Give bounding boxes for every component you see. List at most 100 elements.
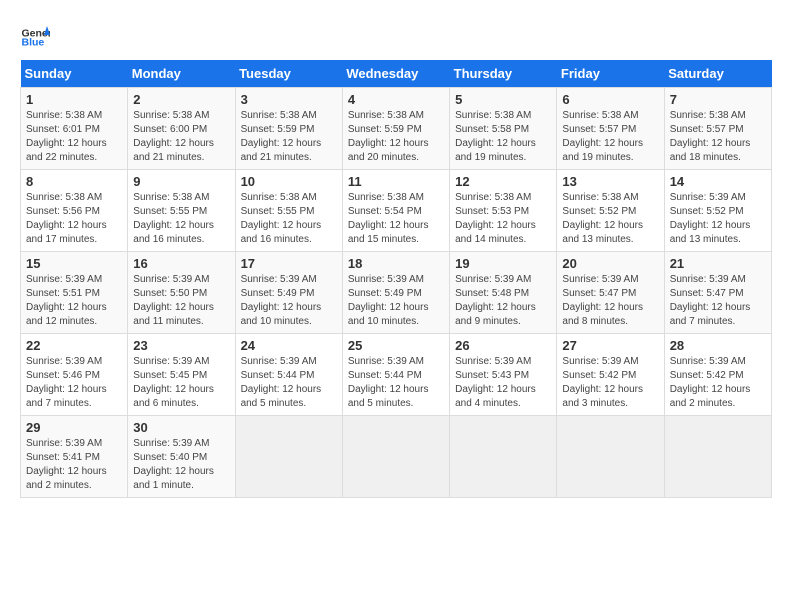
- calendar-cell: 17Sunrise: 5:39 AM Sunset: 5:49 PM Dayli…: [235, 252, 342, 334]
- day-number: 14: [670, 174, 766, 189]
- day-detail: Sunrise: 5:39 AM Sunset: 5:49 PM Dayligh…: [241, 273, 337, 329]
- weekday-header-sunday: Sunday: [21, 60, 128, 88]
- calendar-cell: 6 Sunrise: 5:38 AM Sunset: 5:57 PM Daylig…: [557, 88, 664, 170]
- day-detail: Sunrise: 5:39 AM Sunset: 5:51 PM Dayligh…: [26, 273, 122, 329]
- calendar-cell: 10 Sunrise: 5:38 AM Sunset: 5:55 PM Dayli…: [235, 170, 342, 252]
- weekday-header-thursday: Thursday: [450, 60, 557, 88]
- calendar-cell: [664, 416, 771, 498]
- calendar-cell: [450, 416, 557, 498]
- day-detail: Sunrise: 5:39 AM Sunset: 5:48 PM Dayligh…: [455, 273, 551, 329]
- day-number: 8: [26, 174, 122, 189]
- day-number: 26: [455, 338, 551, 353]
- calendar-cell: 2 Sunrise: 5:38 AM Sunset: 6:00 PM Daylig…: [128, 88, 235, 170]
- weekday-header-wednesday: Wednesday: [342, 60, 449, 88]
- calendar-week-3: 15 Sunrise: 5:39 AM Sunset: 5:51 PM Dayli…: [21, 252, 772, 334]
- calendar-week-4: 22 Sunrise: 5:39 AM Sunset: 5:46 PM Dayli…: [21, 334, 772, 416]
- day-detail: Sunrise: 5:38 AM Sunset: 5:53 PM Dayligh…: [455, 191, 551, 247]
- calendar-cell: 25Sunrise: 5:39 AM Sunset: 5:44 PM Dayli…: [342, 334, 449, 416]
- day-detail: Sunrise: 5:38 AM Sunset: 5:54 PM Dayligh…: [348, 191, 444, 247]
- day-number: 23: [133, 338, 229, 353]
- calendar-cell: 15 Sunrise: 5:39 AM Sunset: 5:51 PM Dayli…: [21, 252, 128, 334]
- logo: General Blue: [20, 20, 54, 50]
- day-detail: Sunrise: 5:39 AM Sunset: 5:45 PM Dayligh…: [133, 355, 229, 411]
- calendar-cell: 22 Sunrise: 5:39 AM Sunset: 5:46 PM Dayli…: [21, 334, 128, 416]
- day-number: 13: [562, 174, 658, 189]
- day-detail: Sunrise: 5:39 AM Sunset: 5:40 PM Dayligh…: [133, 437, 229, 493]
- calendar-cell: 7 Sunrise: 5:38 AM Sunset: 5:57 PM Daylig…: [664, 88, 771, 170]
- day-number: 12: [455, 174, 551, 189]
- calendar-cell: [342, 416, 449, 498]
- calendar-cell: 9Sunrise: 5:38 AM Sunset: 5:55 PM Daylig…: [128, 170, 235, 252]
- logo-icon: General Blue: [20, 20, 50, 50]
- day-number: 6: [562, 92, 658, 107]
- calendar-cell: 21 Sunrise: 5:39 AM Sunset: 5:47 PM Dayli…: [664, 252, 771, 334]
- calendar-cell: 14 Sunrise: 5:39 AM Sunset: 5:52 PM Dayli…: [664, 170, 771, 252]
- page-header: General Blue: [20, 20, 772, 50]
- calendar-cell: 29Sunrise: 5:39 AM Sunset: 5:41 PM Dayli…: [21, 416, 128, 498]
- calendar-cell: 18 Sunrise: 5:39 AM Sunset: 5:49 PM Dayli…: [342, 252, 449, 334]
- calendar-cell: 20Sunrise: 5:39 AM Sunset: 5:47 PM Dayli…: [557, 252, 664, 334]
- day-number: 19: [455, 256, 551, 271]
- day-detail: Sunrise: 5:39 AM Sunset: 5:44 PM Dayligh…: [241, 355, 337, 411]
- calendar-cell: 23 Sunrise: 5:39 AM Sunset: 5:45 PM Dayli…: [128, 334, 235, 416]
- calendar-week-5: 29Sunrise: 5:39 AM Sunset: 5:41 PM Dayli…: [21, 416, 772, 498]
- day-detail: Sunrise: 5:39 AM Sunset: 5:49 PM Dayligh…: [348, 273, 444, 329]
- day-number: 15: [26, 256, 122, 271]
- calendar-cell: 26Sunrise: 5:39 AM Sunset: 5:43 PM Dayli…: [450, 334, 557, 416]
- calendar-cell: 12 Sunrise: 5:38 AM Sunset: 5:53 PM Dayli…: [450, 170, 557, 252]
- calendar-cell: 24 Sunrise: 5:39 AM Sunset: 5:44 PM Dayli…: [235, 334, 342, 416]
- calendar-cell: [557, 416, 664, 498]
- day-detail: Sunrise: 5:38 AM Sunset: 5:52 PM Dayligh…: [562, 191, 658, 247]
- day-number: 22: [26, 338, 122, 353]
- day-number: 29: [26, 420, 122, 435]
- day-detail: Sunrise: 5:39 AM Sunset: 5:42 PM Dayligh…: [562, 355, 658, 411]
- day-number: 28: [670, 338, 766, 353]
- calendar-week-2: 8 Sunrise: 5:38 AM Sunset: 5:56 PM Daylig…: [21, 170, 772, 252]
- calendar-cell: 1 Sunrise: 5:38 AM Sunset: 6:01 PM Daylig…: [21, 88, 128, 170]
- day-detail: Sunrise: 5:38 AM Sunset: 5:59 PM Dayligh…: [348, 109, 444, 165]
- calendar-cell: 13 Sunrise: 5:38 AM Sunset: 5:52 PM Dayli…: [557, 170, 664, 252]
- calendar-cell: 5 Sunrise: 5:38 AM Sunset: 5:58 PM Daylig…: [450, 88, 557, 170]
- day-detail: Sunrise: 5:39 AM Sunset: 5:46 PM Dayligh…: [26, 355, 122, 411]
- calendar-cell: 30Sunrise: 5:39 AM Sunset: 5:40 PM Dayli…: [128, 416, 235, 498]
- day-number: 2: [133, 92, 229, 107]
- weekday-header-saturday: Saturday: [664, 60, 771, 88]
- day-number: 16: [133, 256, 229, 271]
- day-detail: Sunrise: 5:38 AM Sunset: 5:57 PM Dayligh…: [670, 109, 766, 165]
- calendar-cell: 4 Sunrise: 5:38 AM Sunset: 5:59 PM Daylig…: [342, 88, 449, 170]
- day-number: 4: [348, 92, 444, 107]
- day-number: 1: [26, 92, 122, 107]
- day-detail: Sunrise: 5:39 AM Sunset: 5:44 PM Dayligh…: [348, 355, 444, 411]
- day-number: 20: [562, 256, 658, 271]
- day-number: 21: [670, 256, 766, 271]
- day-detail: Sunrise: 5:38 AM Sunset: 5:55 PM Dayligh…: [241, 191, 337, 247]
- day-number: 24: [241, 338, 337, 353]
- calendar-cell: 27 Sunrise: 5:39 AM Sunset: 5:42 PM Dayli…: [557, 334, 664, 416]
- svg-text:Blue: Blue: [22, 37, 45, 49]
- day-detail: Sunrise: 5:38 AM Sunset: 5:57 PM Dayligh…: [562, 109, 658, 165]
- day-detail: Sunrise: 5:39 AM Sunset: 5:52 PM Dayligh…: [670, 191, 766, 247]
- calendar-cell: 3 Sunrise: 5:38 AM Sunset: 5:59 PM Daylig…: [235, 88, 342, 170]
- day-number: 7: [670, 92, 766, 107]
- day-number: 27: [562, 338, 658, 353]
- day-detail: Sunrise: 5:38 AM Sunset: 6:01 PM Dayligh…: [26, 109, 122, 165]
- day-number: 18: [348, 256, 444, 271]
- day-detail: Sunrise: 5:39 AM Sunset: 5:42 PM Dayligh…: [670, 355, 766, 411]
- day-detail: Sunrise: 5:38 AM Sunset: 5:59 PM Dayligh…: [241, 109, 337, 165]
- weekday-header-friday: Friday: [557, 60, 664, 88]
- weekday-header-tuesday: Tuesday: [235, 60, 342, 88]
- day-number: 9: [133, 174, 229, 189]
- calendar-cell: 8 Sunrise: 5:38 AM Sunset: 5:56 PM Daylig…: [21, 170, 128, 252]
- day-detail: Sunrise: 5:38 AM Sunset: 5:58 PM Dayligh…: [455, 109, 551, 165]
- calendar-cell: 28 Sunrise: 5:39 AM Sunset: 5:42 PM Dayli…: [664, 334, 771, 416]
- calendar-cell: 16Sunrise: 5:39 AM Sunset: 5:50 PM Dayli…: [128, 252, 235, 334]
- day-detail: Sunrise: 5:39 AM Sunset: 5:47 PM Dayligh…: [670, 273, 766, 329]
- day-number: 3: [241, 92, 337, 107]
- calendar-cell: 11Sunrise: 5:38 AM Sunset: 5:54 PM Dayli…: [342, 170, 449, 252]
- day-number: 10: [241, 174, 337, 189]
- day-detail: Sunrise: 5:38 AM Sunset: 6:00 PM Dayligh…: [133, 109, 229, 165]
- day-detail: Sunrise: 5:38 AM Sunset: 5:56 PM Dayligh…: [26, 191, 122, 247]
- weekday-header-row: SundayMondayTuesdayWednesdayThursdayFrid…: [21, 60, 772, 88]
- day-number: 5: [455, 92, 551, 107]
- calendar-cell: 19 Sunrise: 5:39 AM Sunset: 5:48 PM Dayli…: [450, 252, 557, 334]
